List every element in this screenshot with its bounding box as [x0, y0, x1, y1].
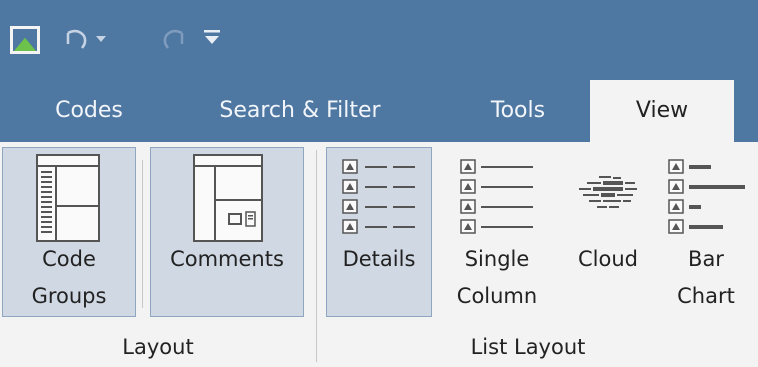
customize-quick-access-icon[interactable]: [204, 30, 220, 48]
group-label-layout: Layout: [122, 335, 194, 359]
ribbon-panel: Code Groups Comments Details Single Colu…: [0, 142, 758, 367]
bar-chart-label-line2: Chart: [677, 284, 735, 308]
cloud-label: Cloud: [578, 247, 638, 271]
undo-icon[interactable]: [64, 24, 90, 54]
bar-chart-list-icon: [668, 159, 745, 234]
comments-label: Comments: [170, 247, 284, 271]
single-column-label-line1: Single: [464, 247, 530, 271]
bar-chart-label-line1: Bar: [688, 247, 724, 271]
comments-layout-icon: [193, 154, 263, 242]
cloud-button[interactable]: Cloud: [560, 147, 656, 317]
details-label: Details: [342, 247, 416, 271]
code-groups-button[interactable]: Code Groups: [2, 147, 136, 317]
group-divider: [316, 150, 317, 362]
word-cloud-icon: [579, 176, 637, 208]
bar-chart-button[interactable]: Bar Chart: [660, 147, 752, 317]
tab-view[interactable]: View: [590, 80, 734, 144]
ribbon-tab-bar: Codes Search & Filter Tools View: [0, 80, 758, 144]
code-groups-layout-icon: [36, 154, 100, 242]
comments-button[interactable]: Comments: [150, 147, 304, 317]
details-view-icon: [342, 159, 415, 234]
single-column-icon: [460, 159, 533, 234]
divider: [142, 160, 143, 308]
tab-tools[interactable]: Tools: [462, 80, 574, 142]
details-button[interactable]: Details: [326, 147, 432, 317]
code-groups-label-line2: Groups: [31, 284, 107, 308]
caret-down-icon[interactable]: [96, 36, 106, 44]
tab-search-filter[interactable]: Search & Filter: [190, 80, 410, 142]
group-label-list-layout: List Layout: [470, 335, 586, 359]
single-column-label-line2: Column: [456, 284, 538, 308]
code-groups-label-line1: Code: [42, 247, 96, 271]
title-bar: [0, 0, 758, 80]
tab-codes[interactable]: Codes: [30, 80, 148, 142]
app-logo-icon: [10, 26, 40, 54]
redo-icon[interactable]: [160, 24, 186, 54]
single-column-button[interactable]: Single Column: [444, 147, 550, 317]
